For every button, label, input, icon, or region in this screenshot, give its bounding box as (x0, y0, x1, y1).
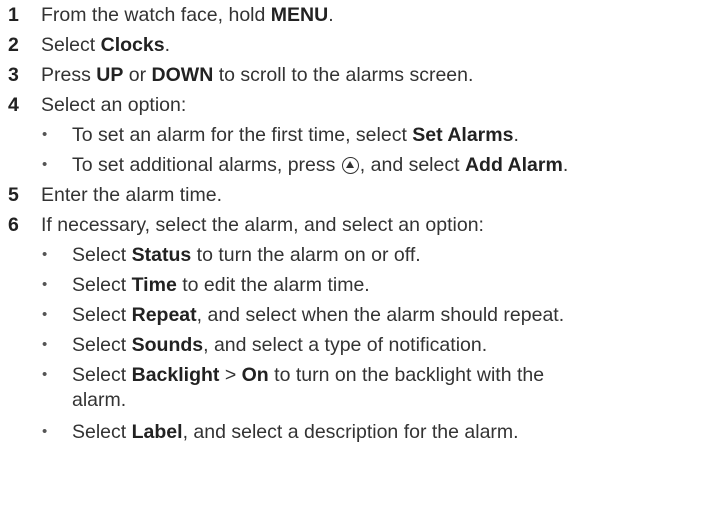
text-run: Select (72, 334, 132, 356)
text-run: or (123, 64, 152, 86)
sub-option-text: Select Backlight > On to turn on the bac… (72, 360, 544, 390)
bullet: • (42, 336, 48, 353)
text-run: . (164, 34, 170, 56)
text-run: , and select a type of notification. (203, 334, 488, 356)
step-number: 3 (8, 64, 19, 86)
bold-term: On (241, 364, 269, 386)
bold-term: Backlight (131, 364, 220, 386)
bullet: • (42, 366, 48, 383)
text-run: , and select a description for the alarm… (182, 421, 519, 443)
step-text: From the watch face, hold MENU. (41, 0, 334, 30)
bold-term: Label (131, 421, 183, 443)
text-run: , and select when the alarm should repea… (196, 304, 565, 326)
bold-term: Clocks (100, 34, 165, 56)
step-text: Select an option: (41, 94, 187, 116)
bold-term: DOWN (151, 64, 214, 86)
step-number: 6 (8, 214, 19, 236)
text-run: Select (72, 421, 132, 443)
bold-term: MENU (270, 4, 329, 26)
step-number: 1 (8, 4, 19, 26)
bullet: • (42, 306, 48, 323)
instruction-list: 1 From the watch face, hold MENU. 2 Sele… (0, 0, 703, 512)
sub-option-text: To set additional alarms, press , and se… (72, 150, 568, 180)
text-run: to turn on the backlight with the (268, 364, 545, 386)
bold-term: Status (131, 244, 192, 266)
bullet: • (42, 156, 48, 173)
text-run: To set additional alarms, press (72, 154, 341, 176)
text-run: Select (72, 274, 132, 296)
sub-option-text: To set an alarm for the first time, sele… (72, 120, 519, 150)
sub-option-text: Select Label, and select a description f… (72, 417, 519, 447)
sub-option-text: Select Status to turn the alarm on or of… (72, 240, 421, 270)
bullet: • (42, 423, 48, 440)
step-text: Enter the alarm time. (41, 184, 222, 206)
text-run: To set an alarm for the first time, sele… (72, 124, 413, 146)
bold-term: Add Alarm (464, 154, 563, 176)
text-run: . (328, 4, 334, 26)
sub-option-text: Select Time to edit the alarm time. (72, 270, 370, 300)
sub-option-text: Select Sounds, and select a type of noti… (72, 330, 487, 360)
text-run: to edit the alarm time. (176, 274, 370, 296)
up-button-icon (341, 157, 359, 174)
text-run: Select (72, 304, 132, 326)
bold-term: Repeat (131, 304, 197, 326)
bold-term: Set Alarms (412, 124, 514, 146)
text-run: Press (41, 64, 97, 86)
bullet: • (42, 126, 48, 143)
text-run: > (219, 364, 242, 386)
bullet: • (42, 246, 48, 263)
step-text: Press UP or DOWN to scroll to the alarms… (41, 60, 473, 90)
sub-option-text: alarm. (72, 389, 127, 411)
bold-term: Time (131, 274, 177, 296)
text-run: , and select (359, 154, 465, 176)
step-text: Select Clocks. (41, 30, 170, 60)
bullet: • (42, 276, 48, 293)
bold-term: UP (96, 64, 124, 86)
text-run: . (513, 124, 519, 146)
text-run: to scroll to the alarms screen. (213, 64, 474, 86)
text-run: Select (41, 34, 101, 56)
step-number: 2 (8, 34, 19, 56)
sub-option-text: Select Repeat, and select when the alarm… (72, 300, 564, 330)
text-run: Select (72, 364, 132, 386)
bold-term: Sounds (131, 334, 204, 356)
text-run: to turn the alarm on or off. (191, 244, 421, 266)
text-run: From the watch face, hold (41, 4, 271, 26)
step-text: If necessary, select the alarm, and sele… (41, 214, 484, 236)
text-run: Select (72, 244, 132, 266)
step-number: 4 (8, 94, 19, 116)
text-run: . (562, 154, 569, 176)
step-number: 5 (8, 184, 19, 206)
